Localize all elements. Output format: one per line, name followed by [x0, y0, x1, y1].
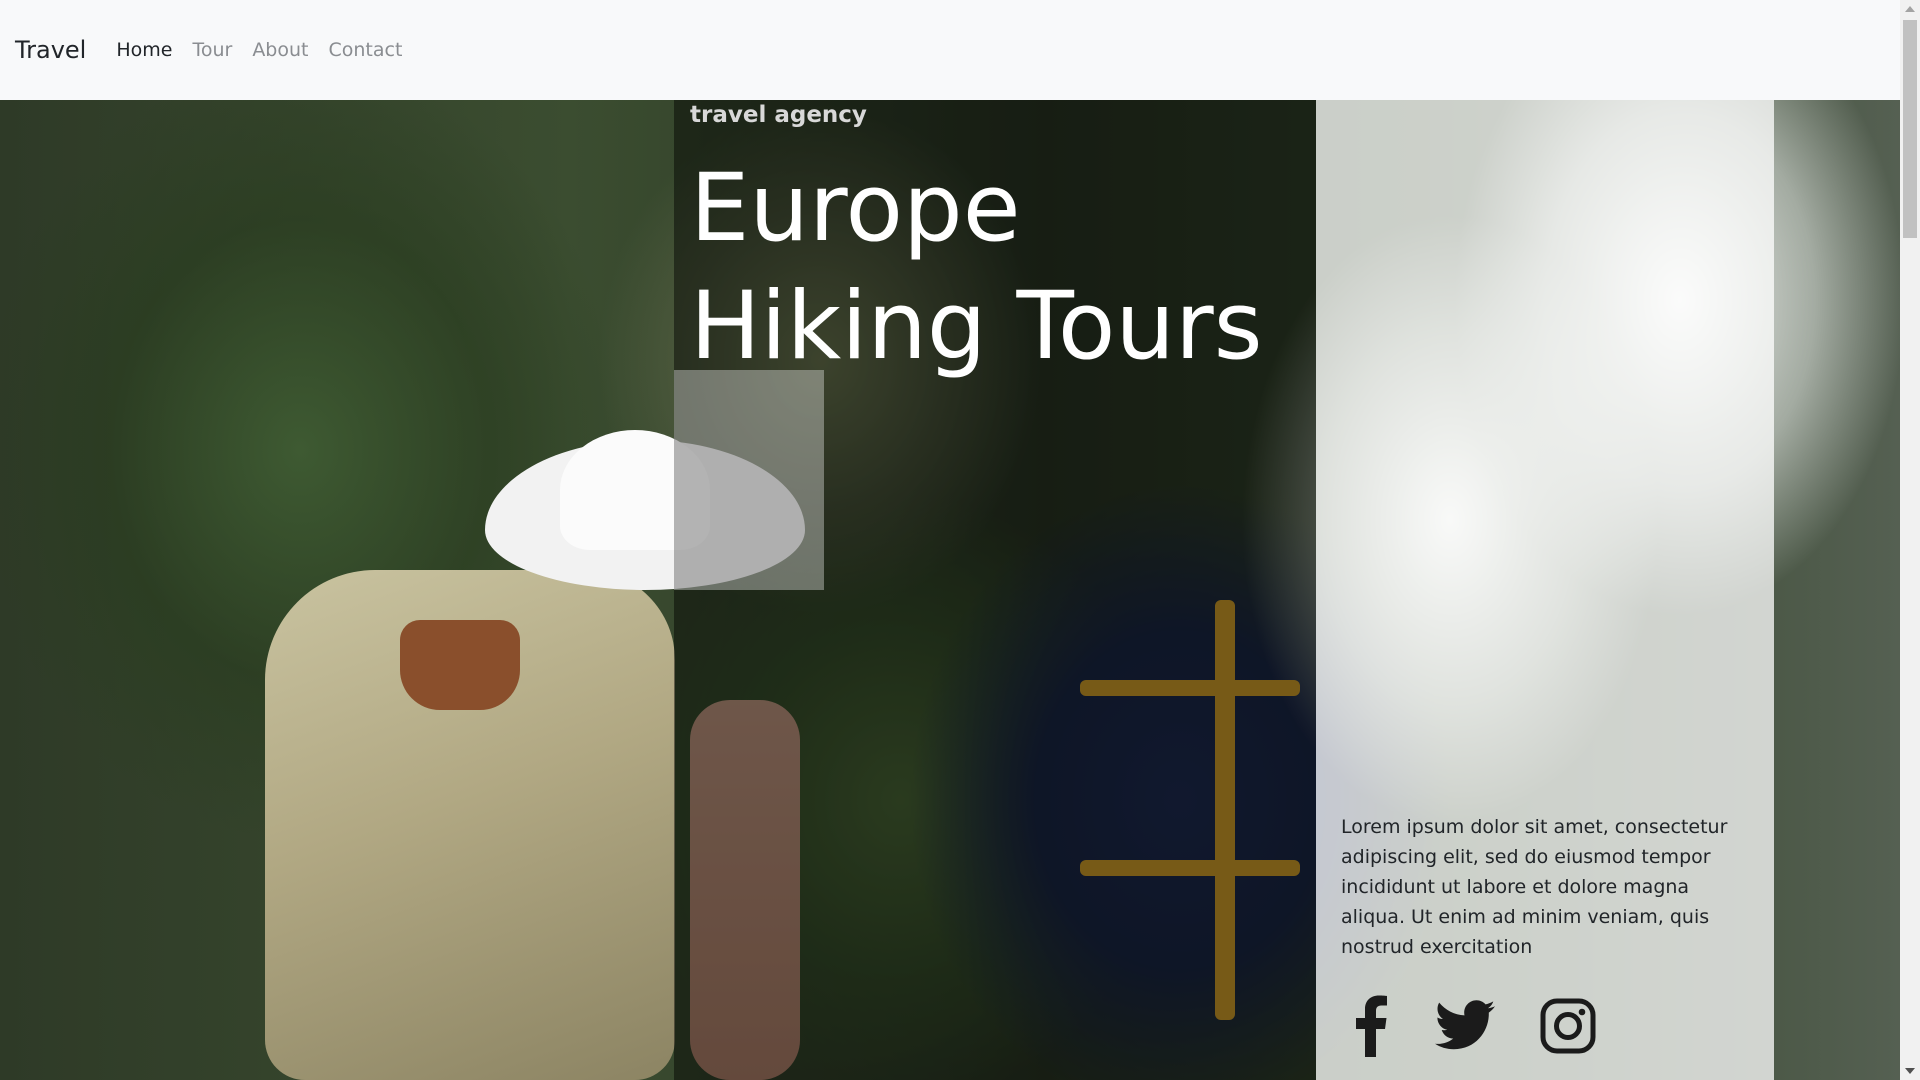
nav-link-home[interactable]: Home [116, 39, 172, 61]
hero-section: travel agency Europe Hiking Tours Lorem … [0, 100, 1900, 1080]
hat-highlight-overlay [674, 370, 824, 590]
nav-link-about[interactable]: About [252, 39, 308, 61]
scrollbar-thumb[interactable] [1903, 20, 1917, 238]
facebook-icon[interactable] [1350, 995, 1390, 1061]
scroll-down-arrow-icon[interactable] [1905, 1068, 1915, 1074]
navbar: Travel Home Tour About Contact [0, 0, 1900, 100]
hero-subtitle: travel agency [690, 102, 867, 128]
vertical-scrollbar[interactable] [1900, 0, 1920, 1080]
hero-headline-line1: Europe [690, 154, 1021, 263]
social-links [1350, 995, 1596, 1061]
nav-link-contact[interactable]: Contact [329, 39, 403, 61]
instagram-icon[interactable] [1540, 998, 1596, 1058]
hero-description: Lorem ipsum dolor sit amet, consectetur … [1341, 816, 1728, 958]
nav-link-tour[interactable]: Tour [192, 39, 232, 61]
twitter-icon[interactable] [1434, 1000, 1496, 1056]
scroll-up-arrow-icon[interactable] [1905, 6, 1915, 12]
hero-image-backpack-flap [400, 620, 520, 710]
hero-headline: Europe Hiking Tours [690, 150, 1263, 386]
hero-headline-line2: Hiking Tours [690, 272, 1263, 381]
brand-logo-link[interactable]: Travel [15, 36, 86, 64]
